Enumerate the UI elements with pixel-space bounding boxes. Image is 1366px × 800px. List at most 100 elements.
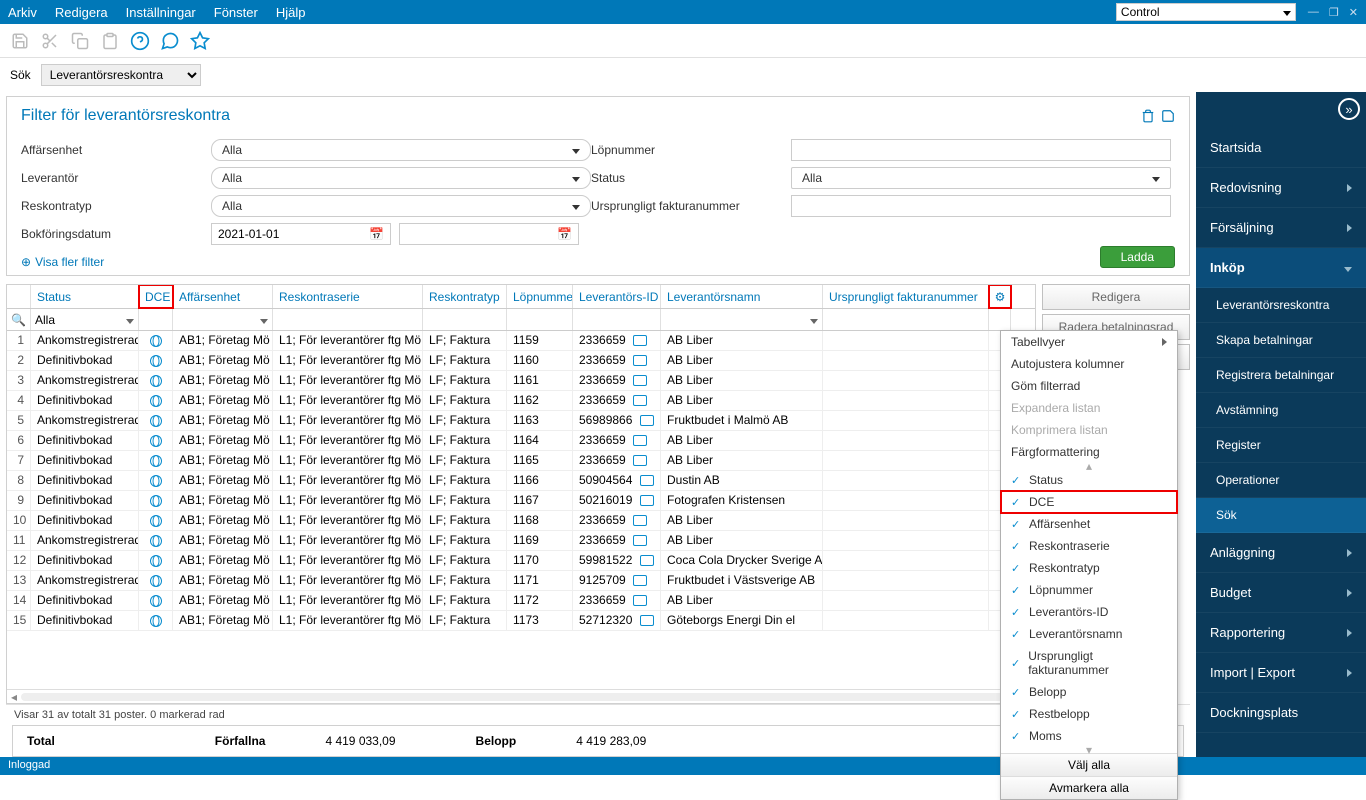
cell-dce[interactable] [139, 431, 173, 450]
titlebar-combo[interactable]: Control [1116, 3, 1296, 21]
nav-register[interactable]: Register [1196, 428, 1366, 463]
nav-anlaggning[interactable]: Anläggning [1196, 533, 1366, 573]
filter-search-icon[interactable]: 🔍 [7, 309, 31, 330]
cell-dce[interactable] [139, 571, 173, 590]
col-lopnummer[interactable]: Löpnummer [507, 285, 573, 308]
horizontal-scrollbar[interactable]: ◂ [7, 689, 1035, 703]
nav-inkop[interactable]: Inköp [1196, 248, 1366, 288]
date-from-input[interactable]: 2021-01-01📅 [211, 223, 391, 245]
close-icon[interactable]: ✕ [1349, 6, 1358, 19]
copy-icon[interactable] [68, 29, 92, 53]
folder-icon[interactable] [640, 415, 654, 426]
table-row[interactable]: 1AnkomstregistreradAB1; Företag MöL1; Fö… [7, 331, 1035, 351]
folder-icon[interactable] [633, 375, 647, 386]
table-row[interactable]: 8DefinitivbokadAB1; Företag MöL1; För le… [7, 471, 1035, 491]
minimize-icon[interactable]: — [1308, 6, 1319, 19]
ctx-col-reskontraserie[interactable]: ✓Reskontraserie [1001, 535, 1177, 557]
cell-dce[interactable] [139, 331, 173, 350]
cell-dce[interactable] [139, 411, 173, 430]
cell-dce[interactable] [139, 451, 173, 470]
ctx-col-restbelopp[interactable]: ✓Restbelopp [1001, 703, 1177, 725]
nav-forsaljning[interactable]: Försäljning [1196, 208, 1366, 248]
nav-avstamning[interactable]: Avstämning [1196, 393, 1366, 428]
folder-icon[interactable] [633, 575, 647, 586]
col-reskontratyp[interactable]: Reskontratyp [423, 285, 507, 308]
redigera-button[interactable]: Redigera [1042, 284, 1190, 310]
cell-dce[interactable] [139, 471, 173, 490]
star-icon[interactable] [188, 29, 212, 53]
calendar-icon[interactable]: 📅 [369, 227, 384, 241]
filter-levid[interactable] [573, 309, 661, 330]
cell-dce[interactable] [139, 351, 173, 370]
reskontratyp-select[interactable]: Alla [211, 195, 591, 217]
filter-typ[interactable] [423, 309, 507, 330]
trash-icon[interactable] [1141, 109, 1155, 123]
folder-icon[interactable] [633, 595, 647, 606]
ctx-col-belopp[interactable]: ✓Belopp [1001, 681, 1177, 703]
col-status[interactable]: Status [31, 285, 139, 308]
folder-icon[interactable] [633, 335, 647, 346]
table-row[interactable]: 10DefinitivbokadAB1; Företag MöL1; För l… [7, 511, 1035, 531]
folder-icon[interactable] [640, 615, 654, 626]
nav-registrera-betalningar[interactable]: Registrera betalningar [1196, 358, 1366, 393]
ctx-gom[interactable]: Göm filterrad [1001, 375, 1177, 397]
filter-levnamn[interactable] [661, 309, 823, 330]
ursprungligt-input[interactable] [791, 195, 1171, 217]
help-icon[interactable] [128, 29, 152, 53]
ctx-col-leverant-rsnamn[interactable]: ✓Leverantörsnamn [1001, 623, 1177, 645]
gear-icon[interactable]: ⚙ [989, 285, 1011, 308]
ctx-col-aff-rsenhet[interactable]: ✓Affärsenhet [1001, 513, 1177, 535]
table-row[interactable]: 2DefinitivbokadAB1; Företag MöL1; För le… [7, 351, 1035, 371]
savefilter-icon[interactable] [1161, 109, 1175, 123]
cell-dce[interactable] [139, 591, 173, 610]
ctx-tabellvyer[interactable]: Tabellvyer [1001, 331, 1177, 353]
filter-lop[interactable] [507, 309, 573, 330]
menu-fonster[interactable]: Fönster [214, 5, 258, 20]
col-ursprungligt[interactable]: Ursprungligt fakturanummer [823, 285, 989, 308]
affarsenhet-select[interactable]: Alla [211, 139, 591, 161]
leverantor-select[interactable]: Alla [211, 167, 591, 189]
folder-icon[interactable] [633, 435, 647, 446]
menu-arkiv[interactable]: Arkiv [8, 5, 37, 20]
load-button[interactable]: Ladda [1100, 246, 1175, 268]
table-row[interactable]: 12DefinitivbokadAB1; Företag MöL1; För l… [7, 551, 1035, 571]
col-affarsenhet[interactable]: Affärsenhet [173, 285, 273, 308]
table-row[interactable]: 3AnkomstregistreradAB1; Företag MöL1; Fö… [7, 371, 1035, 391]
ctx-col-leverant-rs-id[interactable]: ✓Leverantörs-ID [1001, 601, 1177, 623]
ctx-col-dce[interactable]: ✓DCE [1001, 491, 1177, 513]
table-row[interactable]: 5AnkomstregistreradAB1; Företag MöL1; Fö… [7, 411, 1035, 431]
filter-ursp[interactable] [823, 309, 989, 330]
folder-icon[interactable] [633, 455, 647, 466]
folder-icon[interactable] [633, 355, 647, 366]
filter-dce[interactable] [139, 309, 173, 330]
table-row[interactable]: 13AnkomstregistreradAB1; Företag MöL1; F… [7, 571, 1035, 591]
nav-redovisning[interactable]: Redovisning [1196, 168, 1366, 208]
ctx-col-ursprungligt-fakturanummer[interactable]: ✓Ursprungligt fakturanummer [1001, 645, 1177, 681]
menu-hjalp[interactable]: Hjälp [276, 5, 306, 20]
paste-icon[interactable] [98, 29, 122, 53]
filter-status[interactable]: Alla [31, 309, 139, 330]
table-row[interactable]: 4DefinitivbokadAB1; Företag MöL1; För le… [7, 391, 1035, 411]
cell-dce[interactable] [139, 391, 173, 410]
table-row[interactable]: 15DefinitivbokadAB1; Företag MöL1; För l… [7, 611, 1035, 631]
folder-icon[interactable] [640, 475, 654, 486]
filter-serie[interactable] [273, 309, 423, 330]
status-select[interactable]: Alla [791, 167, 1171, 189]
save-icon[interactable] [8, 29, 32, 53]
folder-icon[interactable] [640, 555, 654, 566]
col-leverantorsnamn[interactable]: Leverantörsnamn [661, 285, 823, 308]
nav-sok[interactable]: Sök [1196, 498, 1366, 533]
ctx-col-reskontratyp[interactable]: ✓Reskontratyp [1001, 557, 1177, 579]
nav-startsida[interactable]: Startsida [1196, 128, 1366, 168]
date-to-input[interactable]: 📅 [399, 223, 579, 245]
folder-icon[interactable] [640, 495, 654, 506]
nav-rapportering[interactable]: Rapportering [1196, 613, 1366, 653]
table-row[interactable]: 7DefinitivbokadAB1; Företag MöL1; För le… [7, 451, 1035, 471]
table-row[interactable]: 14DefinitivbokadAB1; Företag MöL1; För l… [7, 591, 1035, 611]
folder-icon[interactable] [633, 515, 647, 526]
cell-dce[interactable] [139, 491, 173, 510]
lopnummer-input[interactable] [791, 139, 1171, 161]
filter-aff[interactable] [173, 309, 273, 330]
cell-dce[interactable] [139, 551, 173, 570]
collapse-nav-icon[interactable]: » [1338, 98, 1360, 120]
